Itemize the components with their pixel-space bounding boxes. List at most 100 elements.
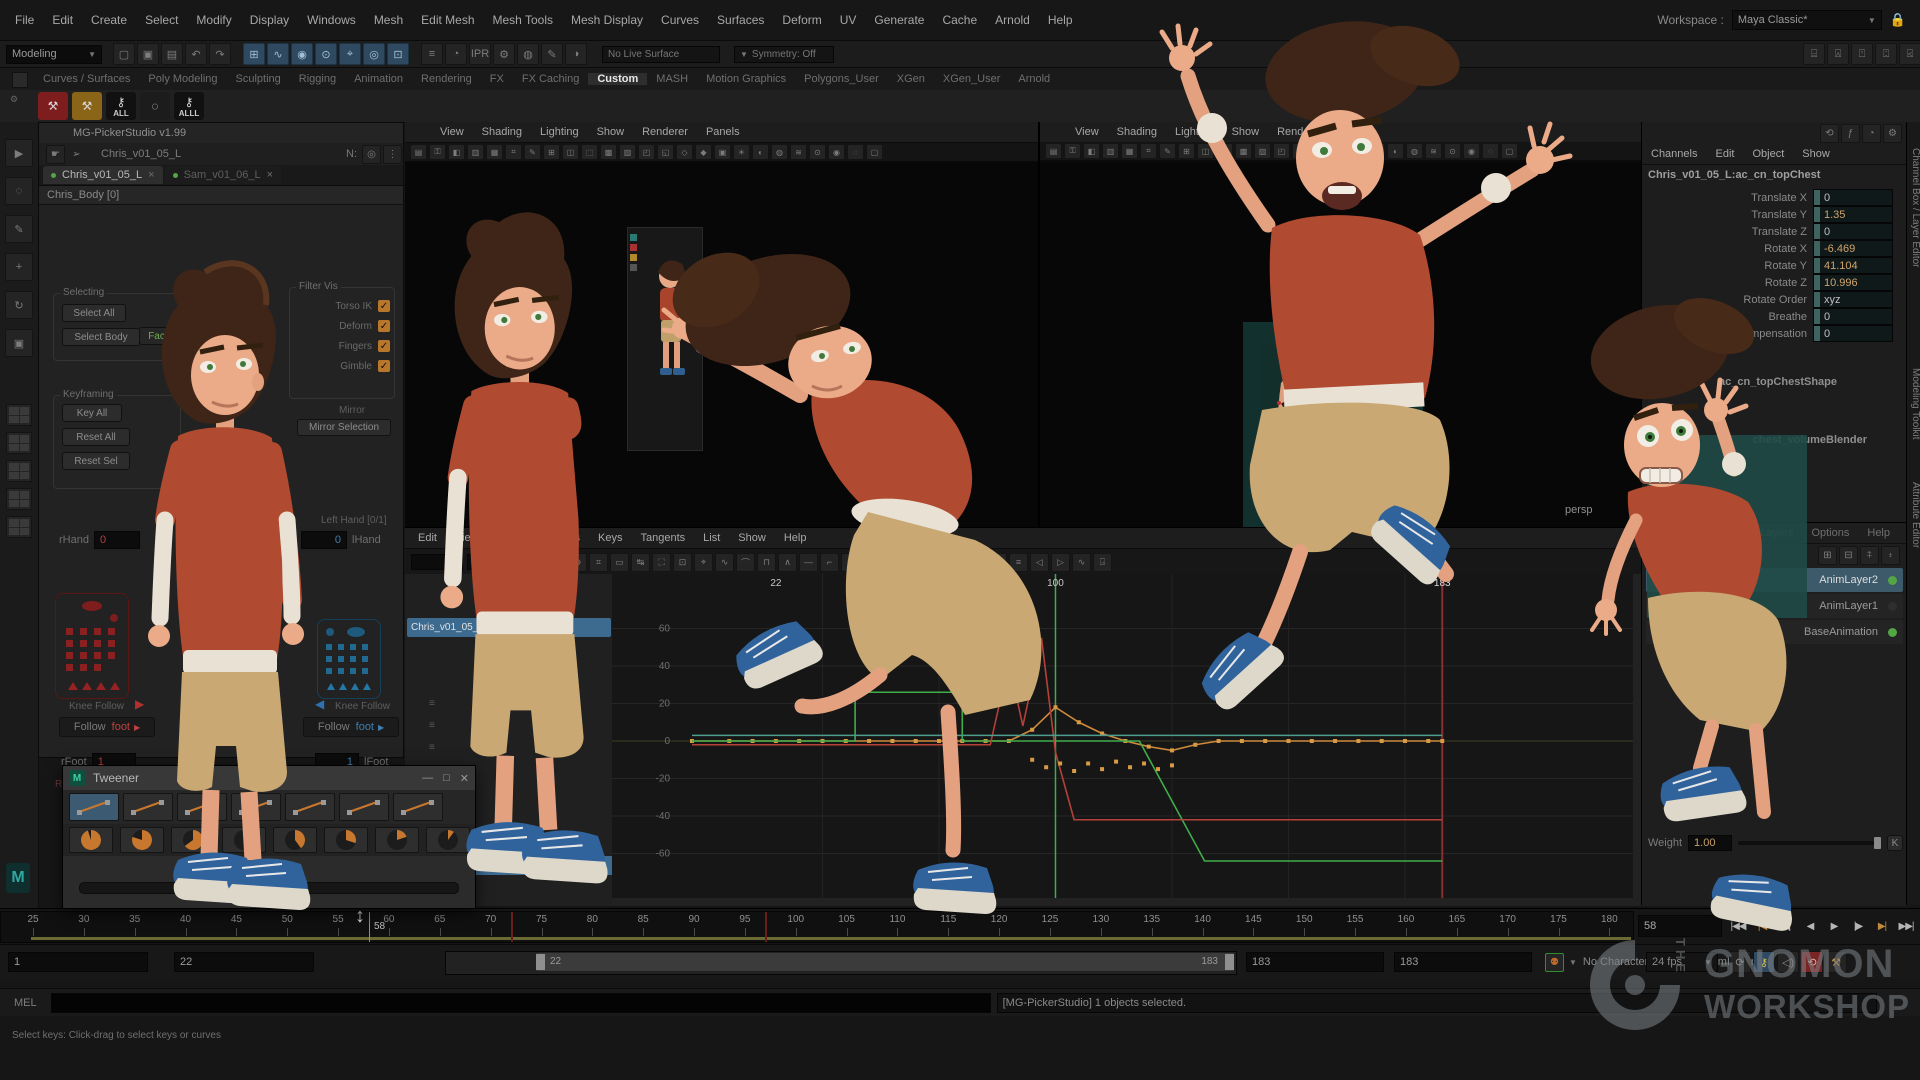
shelf-tab-motion-graphics[interactable]: Motion Graphics xyxy=(697,73,795,85)
film-gate-icon[interactable]: ◫ xyxy=(562,144,579,160)
anim-icon[interactable]: ◔ xyxy=(1862,124,1881,143)
rhand-field[interactable]: rHand 0 xyxy=(59,531,140,549)
field-chart-icon[interactable]: ▨ xyxy=(1254,143,1271,159)
tab-channel-box-layer-editor[interactable]: Channel Box / Layer Editor xyxy=(1907,140,1920,276)
select-camera-icon[interactable]: ▤ xyxy=(1045,143,1062,159)
menu-create[interactable]: Create xyxy=(82,13,136,27)
tween-burst-icon[interactable] xyxy=(285,793,335,821)
shelf-tab-fx[interactable]: FX xyxy=(481,73,513,85)
tween-linear-icon[interactable] xyxy=(69,793,119,821)
shelf-item-key-alll-shelf-icon[interactable]: ⚷ALLL xyxy=(174,92,204,120)
symmetry-field[interactable]: ▼ Symmetry: Off xyxy=(734,46,834,63)
menu-help[interactable]: Help xyxy=(1039,13,1082,27)
save-scene-icon[interactable]: ▤ xyxy=(161,43,183,65)
lasso-select-tool-icon[interactable]: ◌ xyxy=(5,177,33,205)
channel-value-field[interactable]: 1.35 xyxy=(1813,206,1893,223)
channel-box-shape-node[interactable]: ac_cn_topChestShape xyxy=(1719,376,1837,388)
select-camera-icon[interactable]: ▤ xyxy=(410,144,427,160)
swap-buffer-icon[interactable]: ⇄ xyxy=(883,553,902,572)
checkbox-checked-icon[interactable]: ✓ xyxy=(378,360,390,372)
four-pane-layout-icon[interactable] xyxy=(6,432,32,454)
outliner-toggle-icon[interactable]: ⌸ xyxy=(1803,43,1825,65)
channel-row-volume-compensation[interactable]: Volume Compensation0 xyxy=(1642,325,1907,342)
channel-box-object-name[interactable]: Chris_v01_05_L:ac_cn_topChest xyxy=(1648,169,1820,181)
viewport-menu-lighting[interactable]: Lighting xyxy=(531,126,588,138)
viewport-menu-panels[interactable]: Panels xyxy=(1332,126,1384,138)
channel-value-field[interactable]: 0 xyxy=(1813,223,1893,240)
close-icon[interactable]: × xyxy=(267,169,273,181)
tool-settings-toggle-icon[interactable]: ⍓ xyxy=(1827,43,1849,65)
history-icon[interactable]: ⟲ xyxy=(1820,124,1839,143)
tween-flat-icon[interactable] xyxy=(177,793,227,821)
multisample-icon[interactable]: ⊙ xyxy=(809,144,826,160)
graph-menu-help[interactable]: Help xyxy=(775,532,816,544)
menu-mesh[interactable]: Mesh xyxy=(365,13,412,27)
facial-button[interactable]: Facial ▶ xyxy=(139,327,195,345)
shelf-tab-curves-surfaces[interactable]: Curves / Surfaces xyxy=(34,73,139,85)
bookmark-icon[interactable]: ▥ xyxy=(467,144,484,160)
expression-icon[interactable]: ƒ xyxy=(1841,124,1860,143)
lights-icon[interactable]: ☀ xyxy=(733,144,750,160)
tween-triangle-icon[interactable] xyxy=(123,793,173,821)
menu-surfaces[interactable]: Surfaces xyxy=(708,13,773,27)
safe-title-icon[interactable]: ◱ xyxy=(1292,143,1309,159)
shelf-item-key-all-shelf-icon[interactable]: ⚷ALL xyxy=(106,92,136,120)
render-icon[interactable]: ◔ xyxy=(445,43,467,65)
shelf-tab-rendering[interactable]: Rendering xyxy=(412,73,481,85)
plateau-tangent-icon[interactable]: ⊔ xyxy=(841,553,860,572)
center-current-icon[interactable]: ⌖ xyxy=(694,553,713,572)
playback-start-field[interactable]: 22 xyxy=(174,952,314,972)
graph-horizontal-scrollbar[interactable] xyxy=(612,898,1641,906)
viewport-menu-lighting[interactable]: Lighting xyxy=(1166,126,1223,138)
gate-mask-icon[interactable]: ▩ xyxy=(600,144,617,160)
graph-outliner-item[interactable]: ≡ xyxy=(429,716,589,734)
single-pane-layout-icon[interactable] xyxy=(6,404,32,426)
shelf-tab-xgen[interactable]: XGen xyxy=(888,73,934,85)
safe-action-icon[interactable]: ◰ xyxy=(638,144,655,160)
anim-layer-animlayer1[interactable]: 🔒AnimLayer1 xyxy=(1646,594,1903,618)
xray-icon[interactable]: ▢ xyxy=(866,144,883,160)
chevron-down-icon[interactable]: ▼ xyxy=(1569,958,1577,967)
range-slider-bar[interactable]: 22 183 xyxy=(536,953,1234,971)
viewport-menu-renderer[interactable]: Renderer xyxy=(1268,126,1332,138)
tweener-window[interactable]: M Tweener —□✕ xyxy=(62,765,476,909)
menu-cache[interactable]: Cache xyxy=(933,13,986,27)
graph-menu-keys[interactable]: Keys xyxy=(589,532,631,544)
shelf-tab-sculpting[interactable]: Sculpting xyxy=(227,73,290,85)
layer-active-dot[interactable] xyxy=(1888,576,1897,585)
clamped-tangent-icon[interactable]: ⊓ xyxy=(757,553,776,572)
spreadsheet-icon[interactable]: ⊞ xyxy=(526,553,545,572)
undo-icon[interactable]: ↶ xyxy=(185,43,207,65)
select-all-button[interactable]: Select All xyxy=(62,304,126,322)
new-scene-icon[interactable]: ▢ xyxy=(113,43,135,65)
shelf-tab-polygons-user[interactable]: Polygons_User xyxy=(795,73,888,85)
depth-of-field-icon[interactable]: ◉ xyxy=(828,144,845,160)
live-surface-field[interactable]: No Live Surface xyxy=(602,46,720,63)
linear-tangent-icon[interactable]: ∧ xyxy=(778,553,797,572)
hypershade-icon[interactable]: ◍ xyxy=(517,43,539,65)
animation-end-field[interactable]: 183 xyxy=(1394,952,1532,972)
menu-generate[interactable]: Generate xyxy=(865,13,933,27)
channel-row-translate-y[interactable]: Translate Y1.35 xyxy=(1642,206,1907,223)
snap-projected-center-icon[interactable]: ⊙ xyxy=(315,43,337,65)
swatch-gold-icon[interactable] xyxy=(630,254,637,261)
menu-deform[interactable]: Deform xyxy=(773,13,830,27)
menu-mesh-display[interactable]: Mesh Display xyxy=(562,13,652,27)
select-body-button[interactable]: Select Body xyxy=(62,328,140,346)
redo-icon[interactable]: ↷ xyxy=(209,43,231,65)
grease-pencil-icon[interactable]: ✎ xyxy=(524,144,541,160)
channel-row-translate-x[interactable]: Translate X0 xyxy=(1642,189,1907,206)
shelf-options-icon[interactable]: ⚙ xyxy=(10,94,26,116)
character-set-icon[interactable]: ⚉ xyxy=(1545,953,1564,972)
lhand-field[interactable]: 0 lHand xyxy=(301,531,381,549)
follow-foot-left-button[interactable]: Follow foot ▶ xyxy=(303,717,399,737)
layer-menu-layers[interactable]: Layers xyxy=(1751,527,1802,539)
channel-value-field[interactable]: 0 xyxy=(1813,308,1893,325)
picker-namespace[interactable]: Chris_v01_05_L xyxy=(101,148,181,160)
viewport-menu-panels[interactable]: Panels xyxy=(697,126,749,138)
render-settings-icon[interactable]: ⚙ xyxy=(493,43,515,65)
isolate-select-icon[interactable]: ◌ xyxy=(1482,143,1499,159)
construction-history-icon[interactable]: ≡ xyxy=(421,43,443,65)
overshoot-7-icon[interactable] xyxy=(426,827,470,853)
image-plane-icon[interactable]: ▦ xyxy=(1121,143,1138,159)
